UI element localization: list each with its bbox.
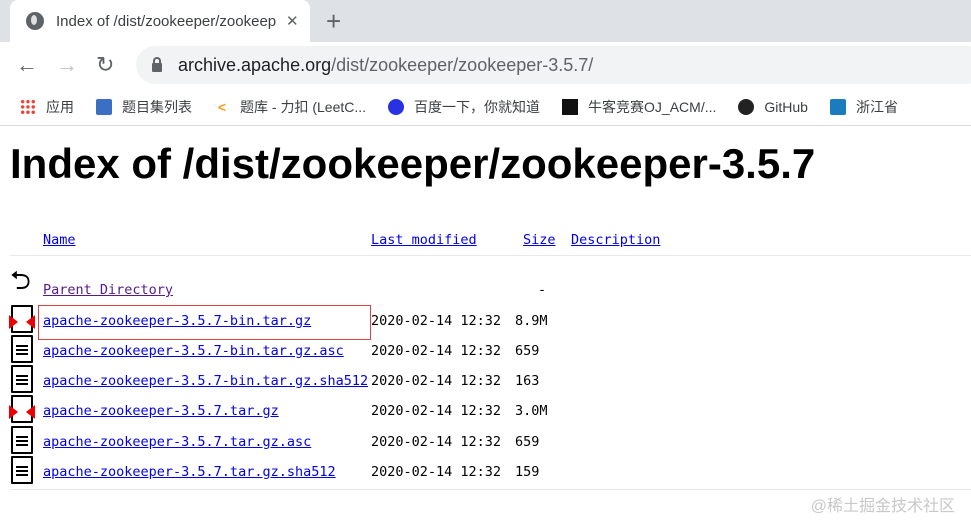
close-tab-icon[interactable]: ✕ [286, 12, 299, 30]
compressed-icon [9, 305, 35, 333]
bookmarks-bar: 应用 题目集列表 < 题库 - 力扣 (LeetC... 百度一下，你就知道 牛客… [0, 88, 971, 126]
file-size: 159 [515, 464, 540, 480]
bookmark-icon [829, 98, 846, 115]
bookmark-leetcode[interactable]: < 题库 - 力扣 (LeetC... [214, 97, 366, 117]
highlight-box [38, 305, 371, 340]
bookmark-label: GitHub [764, 98, 808, 115]
forward-button[interactable]: → [56, 52, 78, 78]
table-row: apache-zookeeper-3.5.7.tar.gz.sha512 202… [0, 456, 971, 488]
file-size: 659 [515, 434, 540, 450]
file-size: 163 [515, 373, 540, 389]
url-host: archive.apache.org [178, 54, 332, 75]
nowcoder-icon [562, 98, 579, 115]
text-file-icon [11, 335, 33, 363]
sort-by-modified-link[interactable]: Last modified [371, 232, 477, 248]
table-row: ⮌ Parent Directory - [0, 268, 971, 306]
reload-button[interactable]: ↻ [96, 52, 114, 78]
toolbar: ← → ↻ archive.apache.org/dist/zookeeper/… [0, 42, 971, 88]
bookmark-label: 牛客竞赛OJ_ACM/... [588, 98, 717, 115]
tab-bar: Index of /dist/zookeeper/zookeeper-3.5.7… [0, 0, 971, 42]
file-size: 8.9M [515, 313, 548, 329]
bookmark-pta[interactable]: 题目集列表 [96, 97, 192, 117]
lock-icon [152, 56, 162, 72]
text-file-icon [11, 456, 33, 484]
baidu-icon [388, 98, 405, 115]
sort-by-size-link[interactable]: Size [523, 232, 556, 248]
bookmark-label: 百度一下，你就知道 [414, 98, 541, 115]
bookmark-label: 应用 [46, 98, 74, 115]
bookmark-baidu[interactable]: 百度一下，你就知道 [388, 97, 540, 117]
apps-grid-icon [20, 98, 36, 115]
new-tab-button[interactable]: + [326, 6, 341, 37]
table-row: apache-zookeeper-3.5.7-bin.tar.gz.asc 20… [0, 335, 971, 367]
back-button[interactable]: ← [16, 52, 38, 78]
file-date: 2020-02-14 12:32 [371, 434, 502, 450]
github-icon [738, 98, 755, 115]
leetcode-icon: < [217, 98, 227, 115]
tab-title: Index of /dist/zookeeper/zookeeper-3.5.7 [56, 12, 276, 30]
file-link[interactable]: apache-zookeeper-3.5.7.tar.gz [43, 403, 279, 419]
file-size: 659 [515, 343, 540, 359]
bookmark-github[interactable]: GitHub [738, 98, 808, 115]
text-file-icon [11, 426, 33, 454]
table-row: apache-zookeeper-3.5.7.tar.gz 2020-02-14… [0, 395, 971, 427]
url-path: /dist/zookeeper/zookeeper-3.5.7/ [331, 54, 594, 75]
table-row: apache-zookeeper-3.5.7.tar.gz.asc 2020-0… [0, 426, 971, 458]
compressed-icon [9, 395, 35, 423]
page-title: Index of /dist/zookeeper/zookeeper-3.5.7 [10, 140, 816, 187]
file-link[interactable]: apache-zookeeper-3.5.7.tar.gz.sha512 [43, 464, 336, 480]
bookmark-label: 浙江省 [855, 98, 898, 115]
bookmark-label: 题目集列表 [122, 98, 192, 115]
text-file-icon [11, 365, 33, 393]
bookmark-nowcoder[interactable]: 牛客竞赛OJ_ACM/... [562, 97, 716, 117]
file-date: 2020-02-14 12:32 [371, 343, 502, 359]
watermark: @稀土掘金技术社区 [810, 498, 955, 515]
file-link[interactable]: apache-zookeeper-3.5.7-bin.tar.gz.asc [43, 343, 344, 359]
file-size: 3.0M [515, 403, 548, 419]
file-link[interactable]: apache-zookeeper-3.5.7.tar.gz.asc [43, 434, 311, 450]
browser-tab[interactable]: Index of /dist/zookeeper/zookeeper-3.5.7… [10, 0, 310, 42]
back-icon: ⮌ [10, 266, 31, 296]
file-date: 2020-02-14 12:32 [371, 403, 502, 419]
sort-by-description-link[interactable]: Description [571, 232, 660, 248]
address-bar[interactable]: archive.apache.org/dist/zookeeper/zookee… [136, 46, 971, 84]
divider [10, 255, 971, 256]
file-date: 2020-02-14 12:32 [371, 313, 502, 329]
file-size: - [538, 282, 547, 298]
table-row: apache-zookeeper-3.5.7-bin.tar.gz.sha512… [0, 365, 971, 397]
bookmark-apps[interactable]: 应用 [20, 97, 74, 117]
bookmark-label: 题库 - 力扣 (LeetC... [240, 98, 367, 115]
bookmark-zhejiang[interactable]: 浙江省 [829, 97, 898, 117]
file-link[interactable]: apache-zookeeper-3.5.7-bin.tar.gz.sha512 [43, 373, 368, 389]
file-date: 2020-02-14 12:32 [371, 373, 502, 389]
parent-directory-link[interactable]: Parent Directory [43, 282, 173, 298]
pta-icon [96, 98, 112, 115]
globe-icon [26, 12, 44, 30]
file-date: 2020-02-14 12:32 [371, 464, 502, 480]
divider [10, 489, 971, 490]
sort-by-name-link[interactable]: Name [43, 232, 76, 248]
